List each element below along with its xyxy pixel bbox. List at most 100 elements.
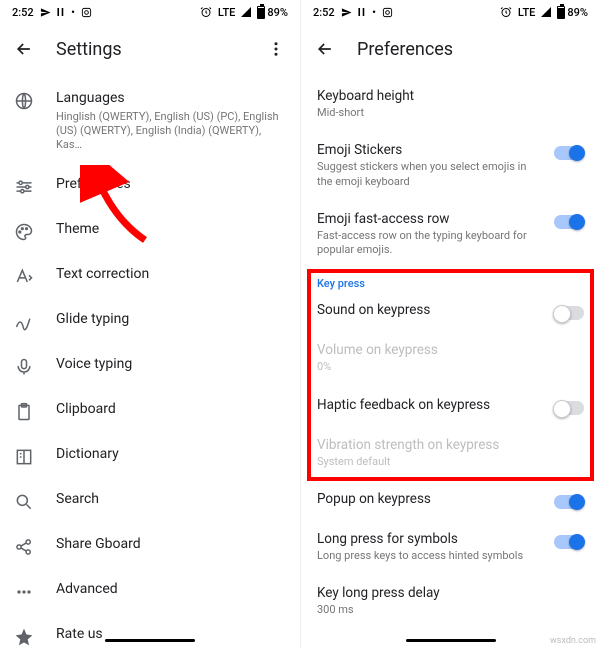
pref-row-popup[interactable]: Popup on keypress: [301, 481, 600, 521]
alarm-icon: [500, 6, 512, 18]
book-icon: [14, 447, 34, 467]
sliders-icon: [14, 177, 34, 197]
settings-row-search[interactable]: Search: [0, 479, 300, 524]
toggle[interactable]: [554, 401, 584, 415]
row-label: Clipboard: [56, 401, 286, 419]
settings-row-clipboard[interactable]: Clipboard: [0, 389, 300, 434]
status-bar: 2:52 II • LTE 89%: [0, 0, 300, 24]
signal-icon: [241, 7, 251, 17]
clipboard-icon: [14, 402, 34, 422]
battery-icon: [557, 6, 565, 19]
dot-icon: •: [372, 6, 376, 19]
toggle[interactable]: [554, 306, 584, 320]
signal-icon: [541, 7, 551, 17]
row-label: Glide typing: [56, 311, 286, 329]
page-title: Settings: [56, 39, 244, 60]
pref-row-volume: Volume on keypress 0%: [301, 332, 600, 386]
search-icon: [14, 492, 34, 512]
text-icon: [14, 267, 34, 287]
status-network: LTE: [518, 6, 536, 19]
row-sub: Hinglish (QWERTY), English (US) (PC), En…: [56, 110, 286, 153]
settings-row-text-correction[interactable]: Text correction: [0, 254, 300, 299]
settings-row-languages[interactable]: Languages Hinglish (QWERTY), English (US)…: [0, 78, 300, 164]
pref-label: Key long press delay: [317, 585, 584, 601]
dots-icon: [14, 582, 34, 602]
nav-pill[interactable]: [406, 639, 496, 642]
settings-row-advanced[interactable]: Advanced: [0, 569, 300, 614]
pref-label: Popup on keypress: [317, 491, 544, 507]
row-label: Text correction: [56, 266, 286, 284]
row-label: Voice typing: [56, 356, 286, 374]
app-header: Settings: [0, 24, 300, 74]
star-icon: [14, 627, 34, 647]
camera-icon: [81, 7, 92, 18]
toggle[interactable]: [554, 535, 584, 549]
nav-pill[interactable]: [105, 639, 195, 642]
status-battery: 89%: [567, 6, 588, 19]
settings-row-glide[interactable]: Glide typing: [0, 299, 300, 344]
pref-row-longpress-delay[interactable]: Key long press delay 300 ms: [301, 575, 600, 629]
pause-icon: II: [358, 6, 366, 19]
send-icon: [341, 7, 352, 18]
pref-sub: Fast-access row on the typing keyboard f…: [317, 229, 544, 258]
status-battery: 89%: [267, 6, 288, 19]
pref-sub: System default: [317, 455, 584, 469]
watermark: wsxdn.com: [550, 636, 596, 646]
dot-icon: •: [71, 6, 75, 19]
pref-row-emoji-stickers[interactable]: Emoji Stickers Suggest stickers when you …: [301, 132, 600, 201]
toggle[interactable]: [554, 146, 584, 160]
row-label: Search: [56, 491, 286, 509]
settings-row-voice[interactable]: Voice typing: [0, 344, 300, 389]
settings-row-dictionary[interactable]: Dictionary: [0, 434, 300, 479]
row-label: Preferences: [56, 176, 286, 194]
back-icon[interactable]: [14, 39, 34, 59]
left-phone: 2:52 II • LTE 89% Settings LanguagesHi: [0, 0, 300, 648]
status-bar: 2:52 II • LTE 89%: [301, 0, 600, 24]
pref-row-emoji-fast-access[interactable]: Emoji fast-access row Fast-access row on …: [301, 201, 600, 270]
camera-icon: [382, 7, 393, 18]
pref-label: Haptic feedback on keypress: [317, 397, 544, 413]
more-icon[interactable]: [266, 39, 286, 59]
pref-row-haptic[interactable]: Haptic feedback on keypress: [301, 387, 600, 427]
row-label: Share Gboard: [56, 536, 286, 554]
toggle[interactable]: [554, 495, 584, 509]
pref-label: Emoji Stickers: [317, 142, 544, 158]
globe-icon: [14, 91, 34, 111]
settings-list: Languages Hinglish (QWERTY), English (US)…: [0, 74, 300, 648]
pref-row-sound[interactable]: Sound on keypress: [301, 292, 600, 332]
back-icon[interactable]: [315, 39, 335, 59]
pref-label: Long press for symbols: [317, 531, 544, 547]
row-label: Advanced: [56, 581, 286, 599]
palette-icon: [14, 222, 34, 242]
pref-sub: Mid-short: [317, 106, 584, 120]
pref-label: Keyboard height: [317, 88, 584, 104]
settings-row-preferences[interactable]: Preferences: [0, 164, 300, 209]
alarm-icon: [200, 6, 212, 18]
pref-sub: 300 ms: [317, 603, 584, 617]
pref-row-keyboard-height[interactable]: Keyboard height Mid-short: [301, 78, 600, 132]
status-network: LTE: [218, 6, 236, 19]
mic-icon: [14, 357, 34, 377]
pref-label: Emoji fast-access row: [317, 211, 544, 227]
status-time: 2:52: [12, 6, 34, 19]
pref-sub: Suggest stickers when you select emojis …: [317, 160, 544, 189]
right-phone: 2:52 II • LTE 89% Preferences Keyboard h…: [300, 0, 600, 648]
status-time: 2:52: [313, 6, 335, 19]
settings-row-rate[interactable]: Rate us: [0, 614, 300, 648]
pref-label: Sound on keypress: [317, 302, 544, 318]
pref-row-longpress-symbols[interactable]: Long press for symbols Long press keys to…: [301, 521, 600, 575]
settings-row-theme[interactable]: Theme: [0, 209, 300, 254]
app-header: Preferences: [301, 24, 600, 74]
pref-sub: 0%: [317, 360, 584, 374]
pref-sub: Long press keys to access hinted symbols: [317, 549, 544, 563]
pref-row-vibration: Vibration strength on keypressSystem def…: [301, 427, 600, 481]
battery-icon: [257, 6, 265, 19]
pref-label: Volume on keypress: [317, 342, 584, 358]
section-keypress: Key press: [301, 269, 600, 292]
toggle[interactable]: [554, 215, 584, 229]
page-title: Preferences: [357, 39, 586, 60]
row-label: Dictionary: [56, 446, 286, 464]
settings-row-share[interactable]: Share Gboard: [0, 524, 300, 569]
preferences-list: Keyboard height Mid-short Emoji Stickers S…: [301, 74, 600, 648]
row-label: Languages: [56, 90, 286, 108]
